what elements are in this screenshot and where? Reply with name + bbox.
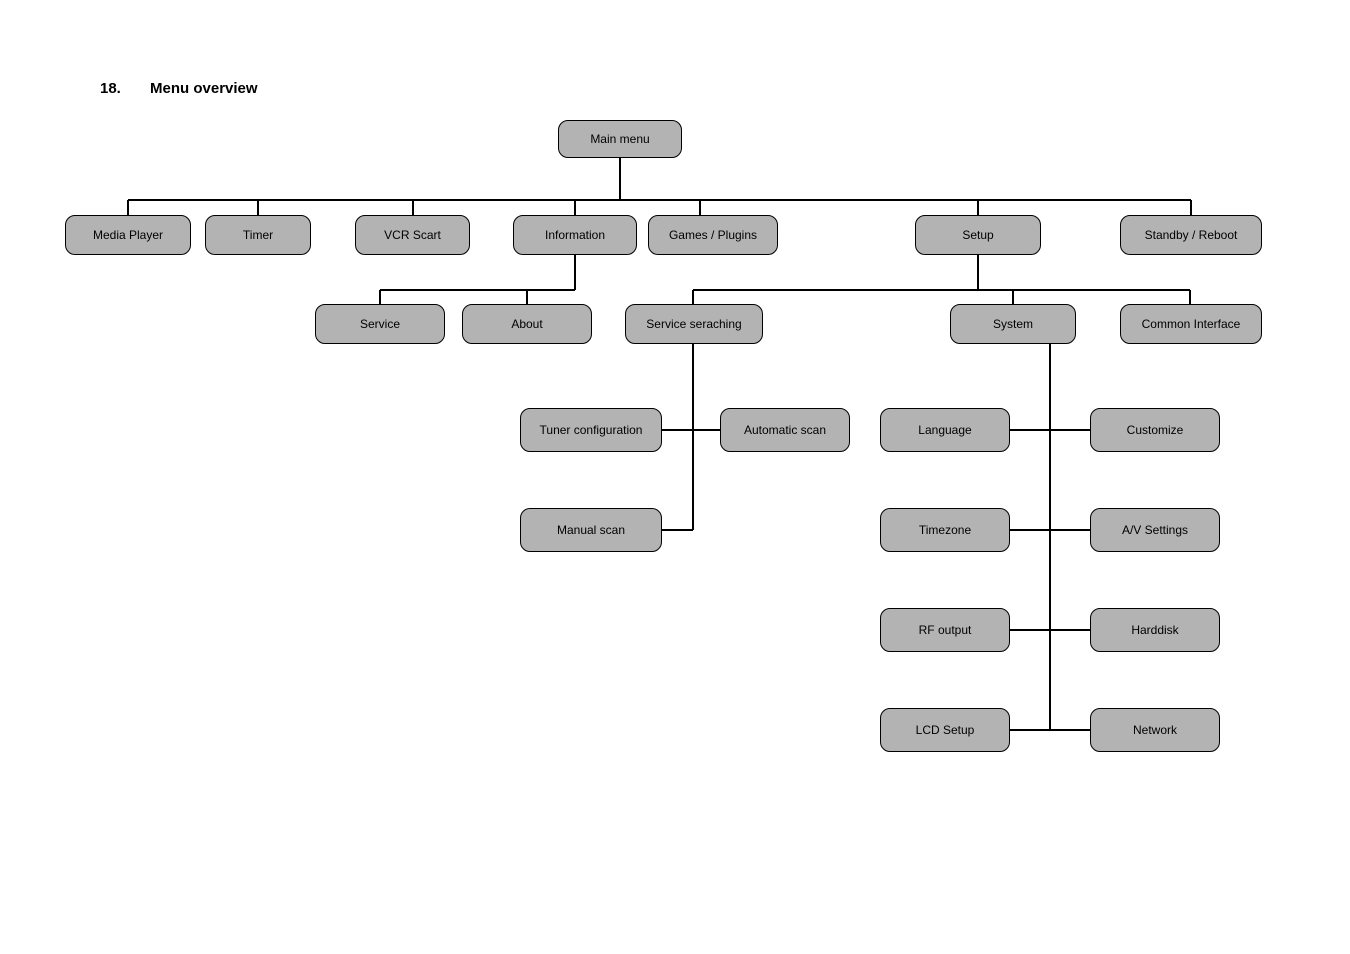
node-media-player: Media Player: [65, 215, 191, 255]
node-rf-output: RF output: [880, 608, 1010, 652]
node-network: Network: [1090, 708, 1220, 752]
node-customize: Customize: [1090, 408, 1220, 452]
node-information: Information: [513, 215, 637, 255]
node-vcr-scart: VCR Scart: [355, 215, 470, 255]
node-main-menu: Main menu: [558, 120, 682, 158]
node-tuner-configuration: Tuner configuration: [520, 408, 662, 452]
node-standby-reboot: Standby / Reboot: [1120, 215, 1262, 255]
heading-title: Menu overview: [150, 80, 258, 97]
node-games-plugins: Games / Plugins: [648, 215, 778, 255]
node-timer: Timer: [205, 215, 311, 255]
node-lcd-setup: LCD Setup: [880, 708, 1010, 752]
node-service: Service: [315, 304, 445, 344]
node-av-settings: A/V Settings: [1090, 508, 1220, 552]
node-common-interface: Common Interface: [1120, 304, 1262, 344]
node-harddisk: Harddisk: [1090, 608, 1220, 652]
heading-number: 18.: [100, 80, 121, 97]
node-setup: Setup: [915, 215, 1041, 255]
node-about: About: [462, 304, 592, 344]
node-service-searching: Service seraching: [625, 304, 763, 344]
node-system: System: [950, 304, 1076, 344]
heading: 18. Menu overview: [100, 80, 258, 97]
node-manual-scan: Manual scan: [520, 508, 662, 552]
node-timezone: Timezone: [880, 508, 1010, 552]
node-automatic-scan: Automatic scan: [720, 408, 850, 452]
node-language: Language: [880, 408, 1010, 452]
